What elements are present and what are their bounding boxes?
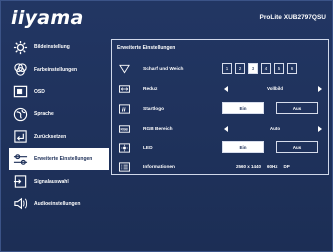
sharpness-option-6[interactable]: 6 [287, 63, 297, 74]
sidebar-item-label: Bildeinstellung [34, 44, 70, 51]
sidebar-item-label: Zurücksetzen [34, 133, 67, 140]
arrow-left-icon[interactable] [224, 126, 228, 132]
info-input: DP [283, 164, 290, 169]
startlogo-off-button[interactable]: Aus [276, 102, 318, 114]
row-led[interactable]: LED Ein Aus [118, 140, 326, 156]
sharpness-option-2[interactable]: 2 [235, 63, 245, 74]
row-startlogo[interactable]: ii Startlogo Ein Aus [118, 101, 326, 117]
led-off-button[interactable]: Aus [276, 141, 318, 153]
sidebar-item-erweiterte-einstellungen[interactable]: Erweiterte Einstellungen [9, 147, 109, 171]
row-info: Informationen 2560 x 1440 60Hz DP [118, 159, 326, 175]
panel-title: Erweiterte Einstellungen [117, 45, 176, 51]
reset-icon [11, 129, 29, 145]
row-sharpness[interactable]: Scharf und Weich 1 2 3 4 5 6 [118, 61, 326, 77]
sidebar-item-label: OSD [34, 88, 45, 95]
rgb-value: Auto [269, 126, 281, 131]
info-resolution: 2560 x 1440 [236, 164, 262, 169]
model-name: ProLite XUB2797QSU [259, 14, 326, 21]
row-rgb[interactable]: RGB RGB Bereich Auto [118, 121, 326, 137]
sidebar-item-label: Signalauswahl [34, 178, 69, 185]
info-refresh: 60Hz [267, 164, 278, 169]
sidebar-item-audioeinstellungen[interactable]: Audioeinstellungen [9, 193, 109, 215]
arrow-right-icon[interactable] [318, 126, 322, 132]
sidebar-item-bildeinstellung[interactable]: Bildeinstellung [9, 36, 109, 58]
startlogo-icon: ii [118, 104, 130, 114]
sidebar-item-farbeinstellungen[interactable]: Farbeinstellungen [9, 58, 109, 80]
sharpness-option-4[interactable]: 4 [261, 63, 271, 74]
led-on-button[interactable]: Ein [222, 141, 264, 153]
brand-logo: iiyama [11, 7, 84, 29]
sidebar: Bildeinstellung Farbeinstellungen OSD Sp… [9, 36, 109, 215]
led-toggle: Ein Aus [222, 141, 318, 153]
sharpness-options: 1 2 3 4 5 6 [222, 63, 297, 74]
settings-panel: Erweiterte Einstellungen Scharf und Weic… [111, 39, 329, 175]
sidebar-item-label: Erweiterte Einstellungen [34, 156, 93, 163]
sidebar-item-zuruecksetzen[interactable]: Zurücksetzen [9, 126, 109, 148]
row-aspect[interactable]: Reduz Vollbild [118, 81, 326, 97]
aspect-icon [118, 84, 130, 94]
brightness-icon [11, 39, 29, 55]
osd-icon [11, 84, 29, 100]
sidebar-item-label: Sprache [34, 111, 54, 118]
speaker-icon [11, 196, 29, 212]
startlogo-toggle: Ein Aus [222, 102, 318, 114]
startlogo-label: Startlogo [143, 106, 165, 112]
aspect-value: Vollbild [267, 86, 283, 91]
aspect-label: Reduz [143, 86, 158, 92]
sidebar-item-sprache[interactable]: Sprache [9, 103, 109, 125]
color-icon [11, 62, 29, 78]
info-label: Informationen [143, 164, 175, 170]
svg-text:ii: ii [121, 107, 125, 113]
sidebar-item-signalauswahl[interactable]: Signalauswahl [9, 170, 109, 192]
rgb-icon: RGB [118, 124, 130, 134]
sidebar-item-label: Audioeinstellungen [34, 200, 81, 207]
arrow-left-icon[interactable] [224, 86, 228, 92]
rgb-label: RGB Bereich [143, 126, 173, 132]
sidebar-item-label: Farbeinstellungen [34, 66, 78, 73]
advanced-settings-icon [11, 151, 29, 167]
osd-menu: iiyama ProLite XUB2797QSU Bildeinstellun… [0, 0, 333, 252]
triangle-down-icon [118, 64, 130, 74]
sharpness-option-3[interactable]: 3 [248, 63, 258, 74]
sharpness-label: Scharf und Weich [143, 66, 184, 72]
arrow-right-icon[interactable] [318, 86, 322, 92]
led-label: LED [143, 145, 153, 151]
startlogo-on-button[interactable]: Ein [222, 102, 264, 114]
info-values: 2560 x 1440 60Hz DP [236, 164, 290, 169]
globe-icon [11, 106, 29, 122]
sharpness-option-5[interactable]: 5 [274, 63, 284, 74]
osd-header: iiyama ProLite XUB2797QSU [1, 1, 333, 33]
input-icon [11, 174, 29, 190]
led-icon [118, 143, 130, 153]
sidebar-item-osd[interactable]: OSD [9, 81, 109, 103]
sharpness-option-1[interactable]: 1 [222, 63, 232, 74]
svg-text:RGB: RGB [120, 128, 128, 132]
info-icon [118, 162, 130, 172]
